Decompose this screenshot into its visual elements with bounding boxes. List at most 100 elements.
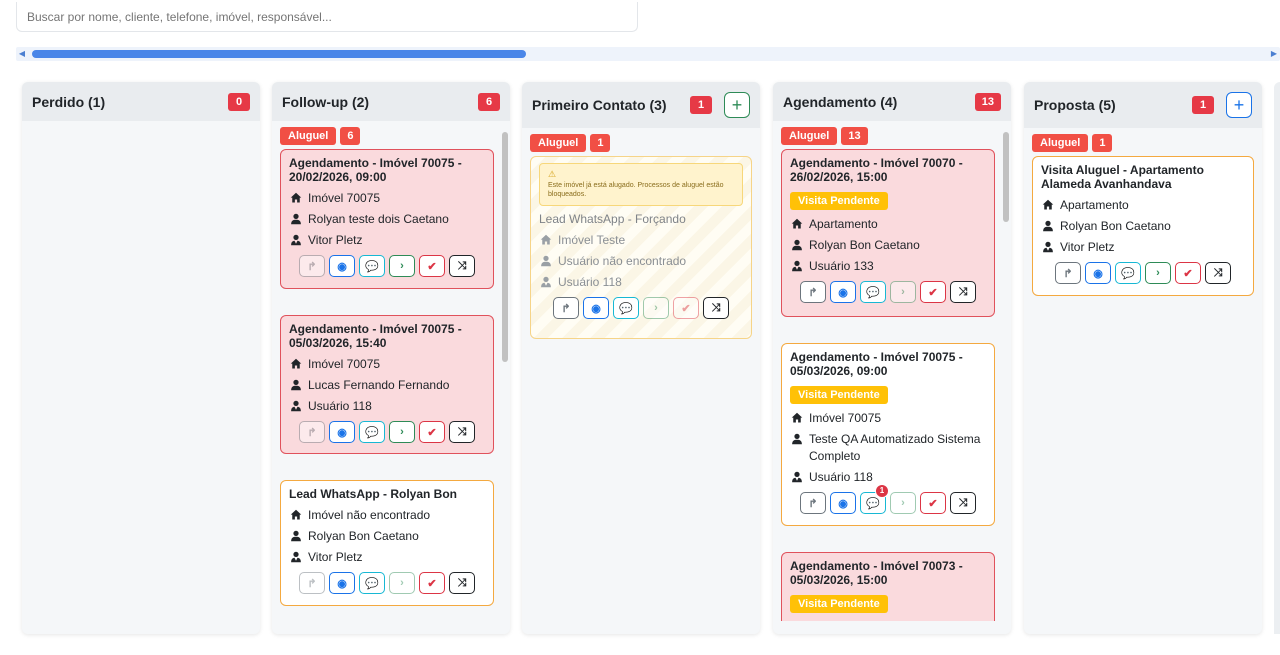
- complete-button[interactable]: ✔: [419, 255, 445, 277]
- next-stage-button[interactable]: ›: [1145, 262, 1171, 284]
- share-icon: ↱: [307, 260, 317, 273]
- view-button[interactable]: ◉: [583, 297, 609, 319]
- status-badge: Visita Pendente: [790, 595, 888, 613]
- view-button[interactable]: ◉: [329, 572, 355, 594]
- chat-button[interactable]: 💬: [359, 572, 385, 594]
- group-tag: Aluguel: [1032, 134, 1089, 152]
- lead-card[interactable]: Visita Aluguel - Apartamento Alameda Ava…: [1032, 156, 1254, 296]
- group-count: 13: [841, 127, 868, 145]
- chat-button[interactable]: 💬: [359, 421, 385, 443]
- plus-icon: +: [731, 95, 743, 115]
- view-button[interactable]: ◉: [830, 492, 856, 514]
- shuffle-icon: ⤨: [457, 576, 467, 589]
- share-button[interactable]: ↱: [800, 281, 826, 303]
- card-client: Lucas Fernando Fernando: [308, 378, 450, 392]
- share-button[interactable]: ↱: [1055, 262, 1081, 284]
- chevron-right-icon: ›: [400, 577, 404, 589]
- scrollbar-thumb[interactable]: [32, 50, 526, 58]
- move-button[interactable]: ⤨: [1205, 262, 1231, 284]
- next-stage-button[interactable]: ›: [389, 255, 415, 277]
- check-icon: ✔: [928, 286, 938, 299]
- eye-icon: ◉: [337, 260, 347, 273]
- move-button[interactable]: ⤨: [950, 492, 976, 514]
- chevron-right-icon: ›: [901, 286, 905, 298]
- view-button[interactable]: ◉: [329, 421, 355, 443]
- complete-button[interactable]: ✔: [1175, 262, 1201, 284]
- shuffle-icon: ⤨: [457, 425, 467, 438]
- next-stage-button[interactable]: ›: [643, 297, 669, 319]
- view-button[interactable]: ◉: [830, 281, 856, 303]
- chat-button[interactable]: 💬: [1115, 262, 1141, 284]
- lead-card[interactable]: Lead WhatsApp - Rolyan Bon Imóvel não en…: [280, 480, 494, 606]
- complete-button[interactable]: ✔: [920, 492, 946, 514]
- shuffle-icon: ⤨: [1213, 266, 1223, 279]
- lead-card[interactable]: Agendamento - Imóvel 70075 - 05/03/2026,…: [781, 343, 995, 526]
- complete-button[interactable]: ✔: [920, 281, 946, 303]
- move-button[interactable]: ⤨: [449, 255, 475, 277]
- column-scrollbar[interactable]: [1003, 126, 1009, 622]
- column-scroll-thumb[interactable]: [1003, 132, 1009, 222]
- card-client: Rolyan Bon Caetano: [308, 529, 419, 543]
- scroll-right-icon[interactable]: ▶: [1268, 47, 1280, 61]
- move-button[interactable]: ⤨: [449, 572, 475, 594]
- column-title: Primeiro Contato (3): [532, 97, 667, 113]
- card-title: Agendamento - Imóvel 70075 - 05/03/2026,…: [790, 350, 963, 378]
- lead-card[interactable]: Agendamento - Imóvel 70073 - 05/03/2026,…: [781, 552, 995, 621]
- view-button[interactable]: ◉: [1085, 262, 1111, 284]
- next-stage-button[interactable]: ›: [890, 281, 916, 303]
- lead-card[interactable]: Agendamento - Imóvel 70070 - 26/02/2026,…: [781, 149, 995, 317]
- share-button[interactable]: ↱: [299, 421, 325, 443]
- check-icon: ✔: [1183, 267, 1193, 280]
- card-property: Imóvel não encontrado: [308, 508, 431, 522]
- search-input[interactable]: [16, 2, 638, 32]
- complete-button[interactable]: ✔: [419, 421, 445, 443]
- user-icon: [790, 433, 803, 445]
- share-button[interactable]: ↱: [553, 297, 579, 319]
- move-button[interactable]: ⤨: [950, 281, 976, 303]
- check-icon: ✔: [427, 577, 437, 590]
- share-button[interactable]: ↱: [800, 492, 826, 514]
- chat-button[interactable]: 💬 1: [860, 484, 889, 514]
- scroll-left-icon[interactable]: ◀: [16, 47, 28, 61]
- view-button[interactable]: ◉: [329, 255, 355, 277]
- column-count-badge: 6: [478, 92, 500, 111]
- share-button[interactable]: ↱: [299, 255, 325, 277]
- share-button[interactable]: ↱: [299, 572, 325, 594]
- comments-icon: 💬: [866, 286, 880, 299]
- complete-button[interactable]: ✔: [419, 572, 445, 594]
- user-icon: [539, 255, 552, 267]
- card-responsible: Vitor Pletz: [1060, 240, 1115, 254]
- next-stage-button[interactable]: ›: [890, 492, 916, 514]
- next-stage-button[interactable]: ›: [389, 572, 415, 594]
- add-lead-button[interactable]: +: [1226, 92, 1252, 118]
- column-proposta: Proposta (5) 1 + Aluguel 1 Visita Alugue…: [1024, 82, 1262, 634]
- lead-card[interactable]: Agendamento - Imóvel 70075 - 05/03/2026,…: [280, 315, 494, 454]
- home-icon: [790, 218, 803, 230]
- move-button[interactable]: ⤨: [449, 421, 475, 443]
- card-property: Imóvel Teste: [558, 233, 626, 247]
- chat-button[interactable]: 💬: [613, 297, 639, 319]
- column-title: Perdido (1): [32, 93, 106, 110]
- lead-card[interactable]: ⚠ Este imóvel já está alugado. Processos…: [530, 156, 752, 339]
- column-scroll-thumb[interactable]: [502, 132, 508, 362]
- card-title: Agendamento - Imóvel 70075 - 20/02/2026,…: [289, 156, 462, 184]
- complete-button[interactable]: ✔: [673, 297, 699, 319]
- share-icon: ↱: [561, 302, 571, 315]
- column-scrollbar[interactable]: [502, 126, 508, 624]
- share-icon: ↱: [307, 426, 317, 439]
- chat-button[interactable]: 💬: [359, 255, 385, 277]
- column-body: Aluguel 13 Agendamento - Imóvel 70070 - …: [773, 121, 1003, 621]
- user-icon: [289, 213, 302, 225]
- horizontal-scrollbar[interactable]: ◀ ▶: [16, 47, 1280, 61]
- column-count-badge: 1: [690, 96, 712, 114]
- chat-button[interactable]: 💬: [860, 281, 886, 303]
- next-stage-button[interactable]: ›: [389, 421, 415, 443]
- column-title: Proposta (5): [1034, 97, 1116, 113]
- move-button[interactable]: ⤨: [703, 297, 729, 319]
- add-lead-button[interactable]: +: [724, 92, 750, 118]
- column-count-badge: 13: [974, 92, 1001, 111]
- lead-card[interactable]: Agendamento - Imóvel 70075 - 20/02/2026,…: [280, 149, 494, 289]
- chevron-right-icon: ›: [1156, 267, 1160, 279]
- eye-icon: ◉: [838, 286, 848, 299]
- card-responsible: Vitor Pletz: [308, 233, 363, 247]
